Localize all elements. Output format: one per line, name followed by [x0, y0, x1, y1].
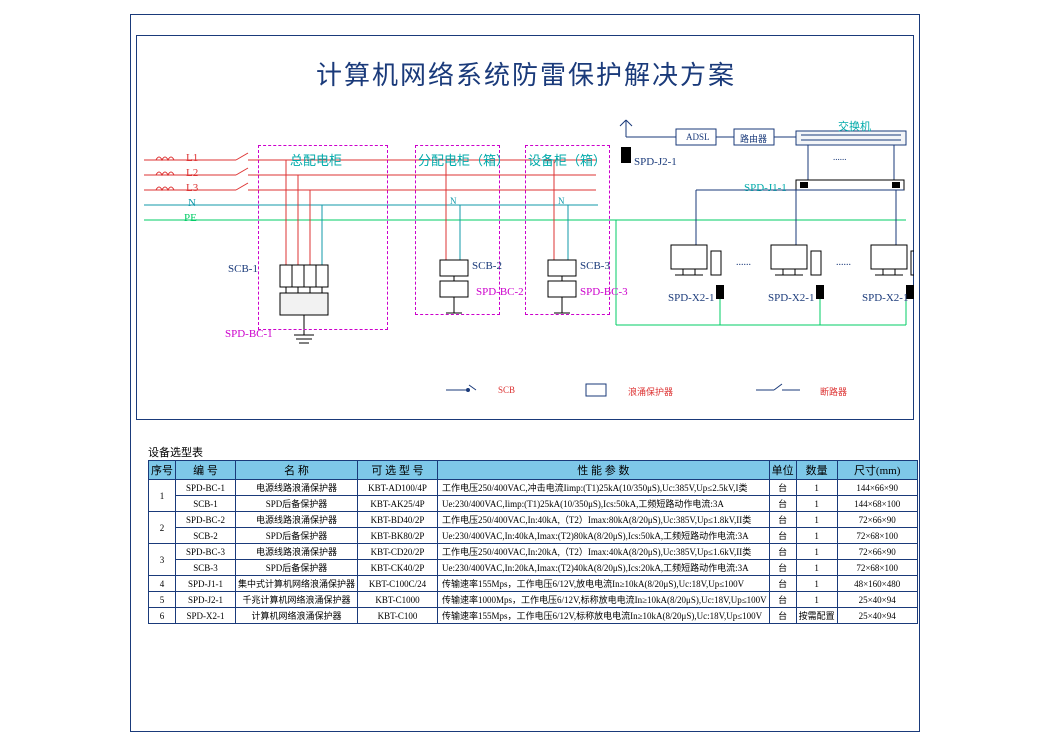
spd-j1-label: SPD-J1-1 [744, 182, 787, 194]
th-dim: 尺寸(mm) [837, 461, 917, 480]
spd-x2-a: SPD-X2-1 [668, 292, 714, 304]
main-cabinet-box [258, 145, 388, 330]
th-model: 可 选 型 号 [358, 461, 438, 480]
spd-j2-label: SPD-J2-1 [634, 156, 677, 168]
table-row: SCB-3SPD后备保护器KBT-CK40/2PUe:230/400VAC,In… [149, 560, 918, 576]
th-index: 序号 [149, 461, 176, 480]
legend-breaker: 断路器 [820, 385, 847, 398]
pe-label: PE [184, 212, 197, 224]
th-code: 编 号 [176, 461, 236, 480]
ports-dots: ...... [833, 152, 847, 162]
table-row: 5SPD-J2-1千兆计算机网络浪涌保护器KBT-C1000传输速率1000Mp… [149, 592, 918, 608]
n-label: N [188, 197, 196, 209]
table-row: SCB-1SPD后备保护器KBT-AK25/4PUe:230/400VAC,Ii… [149, 496, 918, 512]
legend-scb: SCB [498, 385, 515, 395]
table-row: 1SPD-BC-1电源线路浪涌保护器KBT-AD100/4P工作电压250/40… [149, 480, 918, 496]
th-unit: 单位 [769, 461, 796, 480]
table-header-row: 序号 编 号 名 称 可 选 型 号 性 能 参 数 单位 数量 尺寸(mm) [149, 461, 918, 480]
table-row: SCB-2SPD后备保护器KBT-BK80/2PUe:230/400VAC,In… [149, 528, 918, 544]
sub-n: N [450, 196, 457, 206]
scb-3-label: SCB-3 [580, 260, 610, 272]
switch-label: 交换机 [838, 118, 871, 134]
spd-bc-2-label: SPD-BC-2 [476, 286, 524, 298]
adsl-label: ADSL [686, 132, 710, 142]
table-row: 4SPD-J1-1集中式计算机网络浪涌保护器KBT-C100C/24传输速率15… [149, 576, 918, 592]
scb-2-label: SCB-2 [472, 260, 502, 272]
l1-label: L1 [186, 152, 198, 164]
l3-label: L3 [186, 182, 198, 194]
spd-bc-3-label: SPD-BC-3 [580, 286, 628, 298]
th-spec: 性 能 参 数 [438, 461, 770, 480]
table-caption: 设备选型表 [148, 444, 203, 460]
equipment-table: 序号 编 号 名 称 可 选 型 号 性 能 参 数 单位 数量 尺寸(mm) … [148, 460, 918, 624]
legend-spd: 浪涌保护器 [628, 385, 673, 398]
table-row: 3SPD-BC-3电源线路浪涌保护器KBT-CD20/2P工作电压250/400… [149, 544, 918, 560]
page-title: 计算机网络系统防雷保护解决方案 [0, 55, 1052, 92]
eq-n: N [558, 196, 565, 206]
spd-x2-b: SPD-X2-1 [768, 292, 814, 304]
l2-label: L2 [186, 167, 198, 179]
table-row: 2SPD-BC-2电源线路浪涌保护器KBT-BD40/2P工作电压250/400… [149, 512, 918, 528]
scb-1-label: SCB-1 [228, 263, 258, 275]
spd-bc-1-label: SPD-BC-1 [225, 328, 273, 340]
table-row: 6SPD-X2-1计算机网络浪涌保护器KBT-C100传输速率155Mps，工作… [149, 608, 918, 624]
equip-cabinet-label: 设备柜（箱） [528, 150, 606, 169]
th-name: 名 称 [236, 461, 358, 480]
router-label: 路由器 [740, 132, 767, 145]
sub-cabinet-label: 分配电柜（箱） [418, 150, 509, 169]
spd-x2-c: SPD-X2-1 [862, 292, 908, 304]
main-cabinet-label: 总配电柜 [290, 150, 342, 169]
th-qty: 数量 [796, 461, 837, 480]
